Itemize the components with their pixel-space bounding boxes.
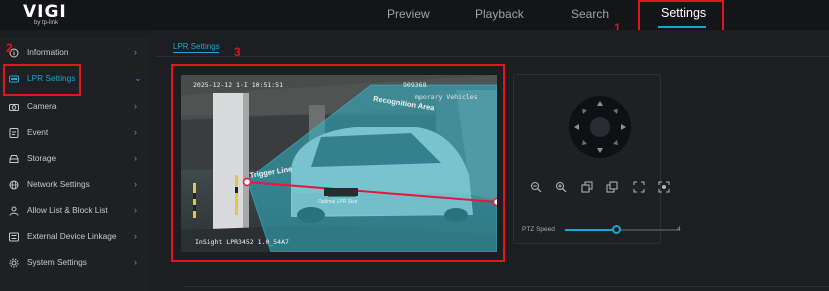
sidebar-item-label: System Settings	[27, 257, 87, 267]
divider	[155, 56, 829, 57]
brand-sub: by tp-link	[34, 20, 59, 26]
ptz-speed-value: 4	[677, 226, 681, 233]
storage-icon	[9, 155, 19, 163]
chevron-right-icon: ›	[134, 179, 137, 189]
sidebar-item-label: Event	[27, 127, 49, 137]
sidebar-item-event[interactable]: Event ›	[0, 120, 150, 146]
focus-target-icon[interactable]	[658, 181, 670, 193]
camera-icon	[9, 104, 19, 111]
fullscreen-icon[interactable]	[633, 181, 645, 193]
sidebar-item-label: Camera	[27, 101, 57, 111]
ptz-direction-pad[interactable]	[568, 95, 632, 159]
sidebar-item-system-settings[interactable]: System Settings ›	[0, 250, 150, 276]
focus-near-icon[interactable]	[581, 181, 593, 193]
chevron-right-icon: ›	[134, 47, 137, 57]
lpr-highlight-box	[3, 64, 81, 96]
event-icon	[9, 128, 19, 138]
video-highlight-box	[171, 64, 505, 262]
sidebar-item-label: External Device Linkage	[27, 231, 117, 241]
bottom-divider	[183, 286, 829, 287]
user-icon	[9, 206, 19, 216]
sidebar-item-storage[interactable]: Storage ›	[0, 146, 150, 172]
sidebar-item-label: Allow List & Block List	[27, 205, 108, 215]
chevron-right-icon: ›	[134, 101, 137, 111]
tab-search[interactable]: Search	[571, 7, 609, 21]
ptz-speed-slider[interactable]	[565, 229, 678, 231]
chevron-down-icon: ⌄	[134, 73, 142, 83]
device-icon	[9, 232, 19, 242]
sidebar-item-allow-block-list[interactable]: Allow List & Block List ›	[0, 198, 150, 224]
brand-logo: VIGI by tp-link	[23, 2, 83, 27]
sidebar-item-information[interactable]: Information ›	[0, 40, 150, 66]
chevron-right-icon: ›	[134, 257, 137, 267]
chevron-right-icon: ›	[134, 153, 137, 163]
sidebar-item-network-settings[interactable]: Network Settings ›	[0, 172, 150, 198]
ptz-speed-label: PTZ Speed	[522, 226, 555, 233]
gear-icon	[9, 258, 19, 268]
zoom-out-icon[interactable]	[530, 181, 542, 193]
globe-icon	[9, 180, 19, 190]
focus-far-icon[interactable]	[606, 181, 618, 193]
sidebar-item-label: Storage	[27, 153, 57, 163]
annotation-number-3: 3	[234, 45, 241, 59]
page-title-underline	[173, 52, 219, 53]
page-title[interactable]: LPR Settings	[173, 42, 220, 51]
sidebar-item-external-device-linkage[interactable]: External Device Linkage ›	[0, 224, 150, 250]
sidebar-item-label: Information	[27, 47, 69, 57]
ptz-speed-fill	[565, 229, 617, 231]
annotation-number-2: 2	[6, 41, 13, 55]
sidebar-item-camera[interactable]: Camera ›	[0, 94, 150, 120]
chevron-right-icon: ›	[134, 205, 137, 215]
zoom-in-icon[interactable]	[555, 181, 567, 193]
tab-preview[interactable]: Preview	[387, 7, 430, 21]
chevron-right-icon: ›	[134, 231, 137, 241]
tab-playback[interactable]: Playback	[475, 7, 524, 21]
chevron-right-icon: ›	[134, 127, 137, 137]
brand-name: VIGI	[23, 2, 67, 22]
sidebar-item-label: Network Settings	[27, 179, 90, 189]
